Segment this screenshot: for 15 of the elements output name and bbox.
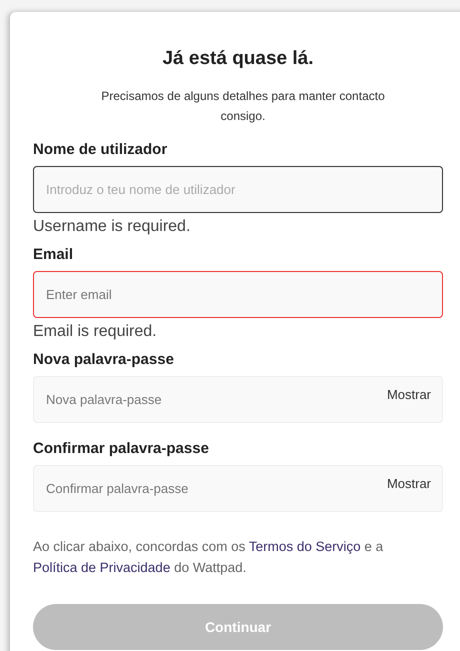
show-password-button[interactable]: Mostrar [386,476,431,491]
field-label: Nome de utilizador [33,140,168,160]
show-password-button[interactable]: Mostrar [386,387,431,402]
field-label: Confirmar palavra-passe [33,439,209,459]
form-title: Já está quase lá. [161,48,315,70]
field-label: Email [33,245,74,265]
form-subtitle: Precisamos de alguns detalhes para manter contacto consigo. [100,88,386,125]
terms-link[interactable]: Termos do Serviço [248,539,361,554]
field-label: Nova palavra-passe [33,350,174,370]
error-message: Email is required. [33,322,157,342]
input-field[interactable]: Introduz o teu nome de utilizador [33,166,443,213]
terms-link[interactable]: Política de Privacidade [33,560,170,575]
error-message: Username is required. [33,217,190,237]
terms-text: Ao clicar abaixo, concordas com os Termos do Serviço e a Política de Privacidade do Wattpad. [33,538,384,577]
input-field[interactable]: Enter email [33,271,443,318]
